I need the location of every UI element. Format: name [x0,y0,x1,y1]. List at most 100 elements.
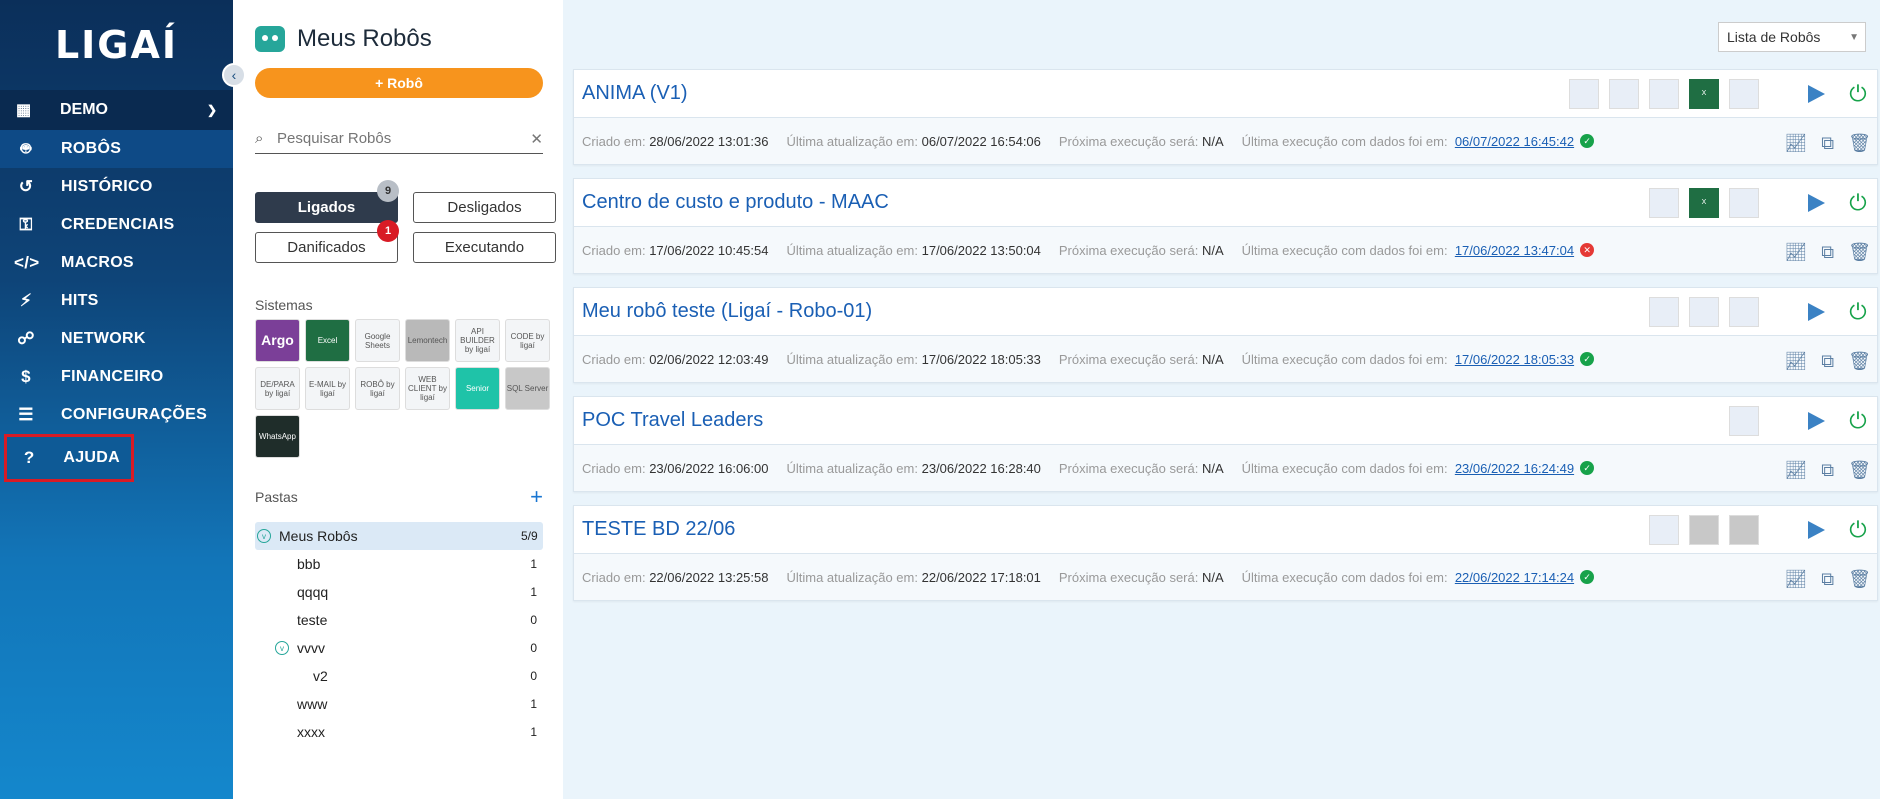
next-value: N/A [1201,569,1224,585]
system-icon [1729,296,1759,327]
last-label: Última execução com dados foi em: [1241,242,1448,258]
folder-item[interactable]: teste 0 [255,606,543,634]
filter-desligados[interactable]: Desligados [413,192,556,223]
search-input[interactable] [277,130,531,147]
nav-label: AJUDA [63,449,120,466]
system-code[interactable]: CODE by ligaí [505,319,550,362]
power-icon[interactable]: ⏻ [1847,190,1869,216]
nav-label: MACROS [61,254,134,271]
trash-icon[interactable]: 🗑︎ [1848,351,1871,372]
folder-count: 0 [530,669,537,683]
folder-item[interactable]: qqqq 1 [255,578,543,606]
chart-icon[interactable]: 📈︎ [1784,569,1807,590]
play-icon[interactable] [1805,83,1827,105]
updated-label: Última atualização em: [786,460,918,476]
copy-icon[interactable]: ⧉ [1821,569,1834,590]
folder-item[interactable]: v vvvv 0 [255,634,543,662]
system-google-sheets[interactable]: Google Sheets [355,319,400,362]
nav-item-historico[interactable]: ↺ HISTÓRICO [0,168,233,206]
system-de-para[interactable]: DE/PARA by ligaí [255,367,300,410]
folder-item[interactable]: v Meus Robôs 5/9 [255,522,543,550]
system-api-builder[interactable]: API BUILDER by ligaí [455,319,500,362]
system-argo[interactable]: Argo [255,319,300,362]
filter-ligados[interactable]: Ligados 9 [255,180,399,223]
org-label: DEMO [60,101,108,118]
system-sql-server[interactable]: SQL Server [505,367,550,410]
last-execution-link[interactable]: 23/06/2022 16:24:49 [1455,461,1574,476]
logo[interactable]: LIGAÍ [0,0,233,90]
nav-item-credenciais[interactable]: ⚿ CREDENCIAIS [0,206,233,244]
copy-icon[interactable]: ⧉ [1821,351,1834,372]
play-icon[interactable] [1805,301,1827,323]
nav-item-ajuda[interactable]: ? AJUDA [4,434,134,482]
trash-icon[interactable]: 🗑︎ [1848,242,1871,263]
trash-icon[interactable]: 🗑︎ [1848,460,1871,481]
chart-icon[interactable]: 📈︎ [1784,133,1807,154]
nav-item-network[interactable]: ☍ NETWORK [0,320,233,358]
folder-item[interactable]: bbb 1 [255,550,543,578]
copy-icon[interactable]: ⧉ [1821,460,1834,481]
created-value: 02/06/2022 12:03:49 [649,351,769,367]
chart-icon[interactable]: 📈︎ [1784,242,1807,263]
collapse-sidebar-button[interactable]: ‹ [222,63,246,87]
system-excel[interactable]: Excel [305,319,350,362]
chevron-down-icon[interactable]: v [257,529,271,543]
view-select[interactable]: Lista de Robôs ▼ [1718,22,1866,52]
power-icon[interactable]: ⏻ [1847,299,1869,325]
folder-item[interactable]: v2 0 [255,662,543,690]
last-execution-link[interactable]: 06/07/2022 16:45:42 [1455,134,1574,149]
view-select-value: Lista de Robôs [1727,29,1821,45]
bolt-icon: ⚡︎ [19,291,33,310]
trash-icon[interactable]: 🗑︎ [1848,569,1871,590]
system-web-client[interactable]: WEB CLIENT by ligaí [405,367,450,410]
robot-name[interactable]: ANIMA (V1) [582,82,1569,105]
nav-item-hits[interactable]: ⚡︎ HITS [0,282,233,320]
robot-name[interactable]: POC Travel Leaders [582,409,1729,432]
power-icon[interactable]: ⏻ [1847,81,1869,107]
last-label: Última execução com dados foi em: [1241,569,1448,585]
nav-item-configuracoes[interactable]: ☰ CONFIGURAÇÕES [0,396,233,434]
folder-name: vvvv [297,640,325,656]
org-selector[interactable]: ▦ DEMO ❯ [0,90,233,130]
filter-executando[interactable]: Executando [413,232,556,263]
system-icon [1649,187,1679,218]
trash-icon[interactable]: 🗑︎ [1848,133,1871,154]
chart-icon[interactable]: 📈︎ [1784,460,1807,481]
copy-icon[interactable]: ⧉ [1821,133,1834,154]
robot-name[interactable]: Centro de custo e produto - MAAC [582,191,1649,214]
last-execution-link[interactable]: 22/06/2022 17:14:24 [1455,570,1574,585]
system-senior[interactable]: Senior [455,367,500,410]
nav-item-financeiro[interactable]: $ FINANCEIRO [0,358,233,396]
system-robo[interactable]: ROBÔ by ligaí [355,367,400,410]
robot-name[interactable]: Meu robô teste (Ligaí - Robo-01) [582,300,1649,323]
filter-danificados[interactable]: Danificados 1 [255,220,399,263]
folder-count: 0 [530,641,537,655]
copy-icon[interactable]: ⧉ [1821,242,1834,263]
system-lemontech[interactable]: Lemontech [405,319,450,362]
chart-icon[interactable]: 📈︎ [1784,351,1807,372]
last-execution-link[interactable]: 17/06/2022 13:47:04 [1455,243,1574,258]
power-icon[interactable]: ⏻ [1847,408,1869,434]
folder-name: v2 [313,668,328,684]
robot-name[interactable]: TESTE BD 22/06 [582,518,1649,541]
system-icon [1609,78,1639,109]
play-icon[interactable] [1805,410,1827,432]
play-icon[interactable] [1805,192,1827,214]
nav-item-macros[interactable]: </> MACROS [0,244,233,282]
history-icon: ↺ [18,177,34,196]
add-folder-icon[interactable]: + [530,484,543,510]
add-robot-button[interactable]: + Robô [255,68,543,98]
system-email[interactable]: E-MAIL by ligaí [305,367,350,410]
play-icon[interactable] [1805,519,1827,541]
last-label: Última execução com dados foi em: [1241,351,1448,367]
chevron-down-icon[interactable]: v [275,641,289,655]
last-execution-link[interactable]: 17/06/2022 18:05:33 [1455,352,1574,367]
system-icon [1689,514,1719,545]
power-icon[interactable]: ⏻ [1847,517,1869,543]
folder-item[interactable]: xxxx 1 [255,718,543,746]
clear-search-icon[interactable]: ✕ [530,130,543,148]
system-whatsapp[interactable]: WhatsApp [255,415,300,458]
folder-item[interactable]: www 1 [255,690,543,718]
nav-item-robos[interactable]: 🤖︎ ROBÔS [0,130,233,168]
folder-count: 5/9 [521,529,538,543]
